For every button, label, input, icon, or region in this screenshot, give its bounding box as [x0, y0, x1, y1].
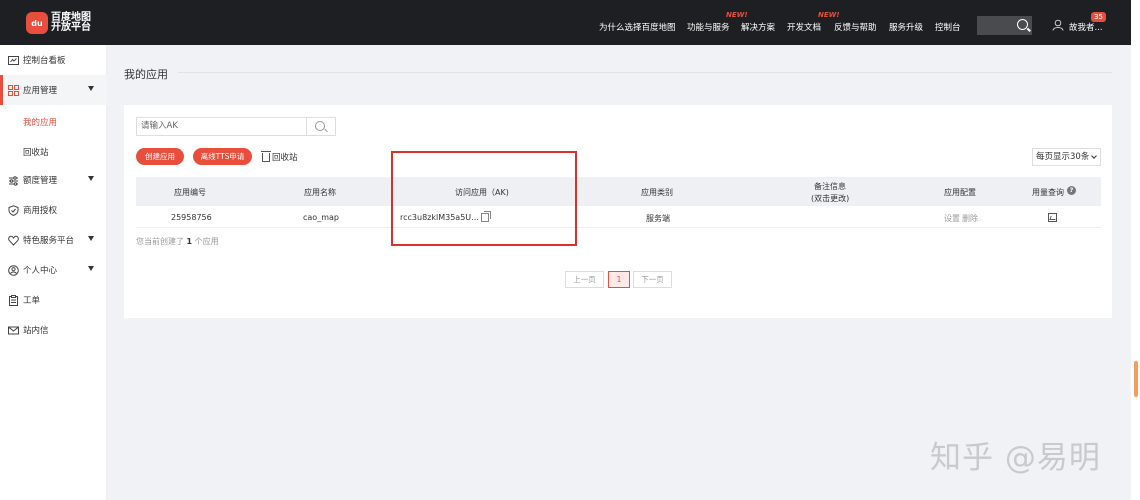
search-icon	[315, 121, 325, 131]
cell-app-category: 服务端	[646, 214, 670, 223]
column-header-app-settings: 应用配置	[944, 188, 976, 197]
column-header-app-id: 应用编号	[174, 188, 206, 197]
heart-icon	[8, 235, 19, 246]
nav-why-choose[interactable]: 为什么选择百度地图	[599, 21, 676, 33]
sidebar-item-label: 应用管理	[23, 86, 58, 96]
user-circle-icon	[8, 264, 19, 276]
user-icon[interactable]	[1052, 19, 1064, 31]
nav-docs[interactable]: 开发文档	[787, 21, 821, 33]
logo-line2: 开放平台	[51, 22, 91, 33]
highlight-box	[391, 151, 577, 246]
chevron-down-icon	[88, 176, 94, 181]
nav-upgrade[interactable]: 服务升级	[889, 21, 923, 33]
sliders-icon	[9, 175, 18, 186]
recycle-bin-label: 回收站	[272, 153, 298, 163]
user-name[interactable]: 故我者...	[1069, 21, 1103, 33]
page-size-select[interactable]: 每页显示30条	[1032, 148, 1101, 166]
next-page-button[interactable]: 下一页	[633, 271, 672, 288]
dashboard-icon	[8, 55, 19, 65]
search-icon[interactable]	[1017, 19, 1028, 30]
title-divider	[178, 72, 1112, 73]
scrollbar[interactable]	[1131, 0, 1140, 500]
usage-chart-icon[interactable]	[1048, 213, 1057, 222]
nav-features[interactable]: 功能与服务	[687, 21, 730, 33]
nav-solutions[interactable]: 解决方案	[741, 21, 775, 33]
new-badge: NEW!	[726, 11, 748, 19]
cell-app-name: cao_map	[303, 213, 339, 222]
top-navigation-bar: du 百度地图 开放平台 为什么选择百度地图 NEW! 功能与服务 解决方案 开…	[0, 0, 1131, 45]
grid-icon	[8, 84, 19, 96]
chevron-down-icon	[88, 236, 94, 241]
sidebar-item-label: 站内信	[23, 326, 49, 336]
sidebar-item-app-management[interactable]: 应用管理	[0, 75, 107, 105]
sidebar-item-label: 额度管理	[23, 176, 58, 186]
notification-count-badge: 35	[1091, 12, 1106, 22]
recycle-bin-button[interactable]: 回收站	[261, 150, 298, 163]
delete-link[interactable]: 删除	[962, 213, 978, 224]
cell-app-id: 25958756	[171, 213, 212, 222]
sidebar-item-tickets[interactable]: 工单	[0, 285, 107, 315]
column-header-usage: 用量查询	[1032, 188, 1064, 197]
sidebar-item-recycle-bin[interactable]: 回收站	[23, 146, 49, 158]
baidu-map-logo[interactable]: du 百度地图 开放平台	[26, 12, 91, 34]
create-app-button[interactable]: 创建应用	[136, 148, 184, 165]
logo-badge-icon: du	[26, 12, 48, 34]
offline-tts-apply-button[interactable]: 离线TTS申请	[193, 148, 252, 165]
column-header-app-category: 应用类别	[641, 188, 673, 197]
chevron-down-icon	[88, 266, 94, 271]
mail-icon	[8, 326, 19, 334]
help-icon[interactable]: ?	[1067, 186, 1076, 195]
column-header-notes-hint: (双击更改)	[811, 194, 850, 203]
shield-icon	[8, 204, 19, 216]
trash-icon	[261, 150, 271, 162]
sidebar-item-label: 特色服务平台	[23, 236, 75, 246]
app-count: 1	[186, 237, 193, 246]
chevron-down-icon	[88, 86, 94, 91]
watermark: 知乎 @易明	[930, 440, 1101, 476]
page-size-value: 每页显示30条	[1036, 152, 1090, 162]
settings-link[interactable]: 设置	[944, 213, 960, 224]
sidebar-item-commercial-license[interactable]: 商用授权	[0, 195, 107, 225]
clipboard-icon	[9, 294, 18, 306]
sidebar-item-label: 个人中心	[23, 266, 58, 276]
sidebar-item-my-apps[interactable]: 我的应用	[23, 116, 57, 128]
sidebar-item-quota[interactable]: 额度管理	[0, 165, 107, 195]
page-title: 我的应用	[124, 68, 168, 81]
sidebar-item-label: 控制台看板	[23, 56, 66, 66]
sidebar-item-personal-center[interactable]: 个人中心	[0, 255, 107, 285]
nav-console[interactable]: 控制台	[935, 21, 961, 33]
sidebar-item-dashboard[interactable]: 控制台看板	[0, 45, 107, 75]
prev-page-button[interactable]: 上一页	[565, 271, 604, 288]
app-count-summary: 您当前创建了 1 个应用	[136, 237, 219, 246]
ak-search-input[interactable]: 请输入AK	[136, 117, 307, 136]
ak-search-button[interactable]	[307, 117, 336, 136]
chevron-down-icon	[1091, 153, 1097, 159]
column-header-notes: 备注信息	[814, 182, 846, 191]
new-badge: NEW!	[818, 11, 840, 19]
sidebar-item-label: 商用授权	[23, 206, 58, 216]
column-header-app-name: 应用名称	[304, 188, 336, 197]
sidebar-item-featured-services[interactable]: 特色服务平台	[0, 225, 107, 255]
scrollbar-thumb[interactable]	[1134, 361, 1138, 397]
nav-feedback[interactable]: 反馈与帮助	[834, 21, 877, 33]
header-search-input[interactable]	[977, 16, 1032, 35]
sidebar-item-label: 工单	[23, 296, 41, 306]
sidebar-item-messages[interactable]: 站内信	[0, 315, 107, 345]
page-1-button[interactable]: 1	[608, 271, 630, 288]
